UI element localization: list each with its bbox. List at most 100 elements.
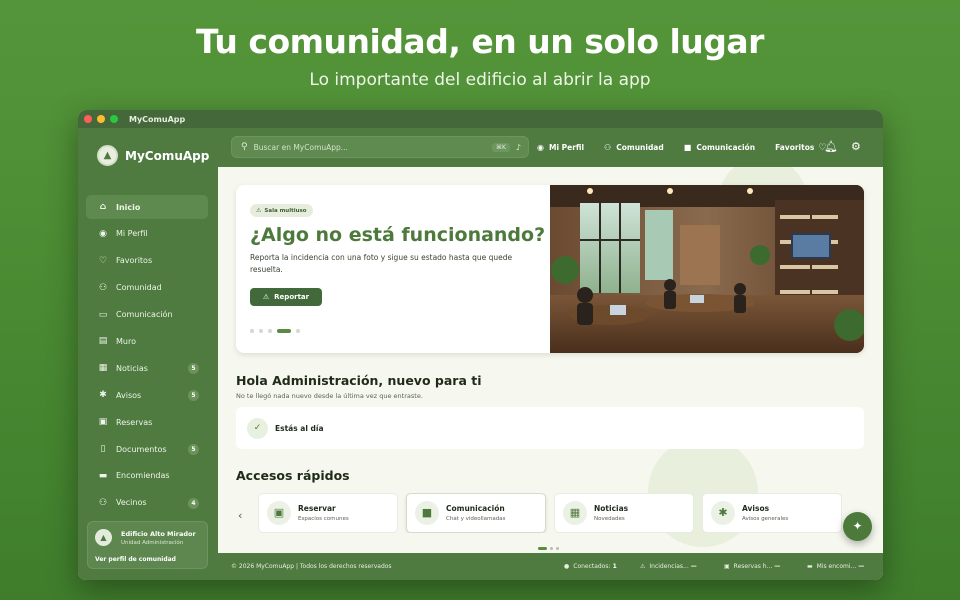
status-incidencias[interactable]: ⚠ Incidencias... — (640, 563, 697, 570)
users-icon: ⚇ (604, 143, 612, 152)
greeting-title: Hola Administración, nuevo para ti (236, 373, 482, 388)
sidebar-item-encomiendas[interactable]: ▬ Encomiendas (86, 464, 208, 488)
status-label: Reservas h... (733, 563, 773, 570)
bell-icon[interactable]: 🔔︎ (824, 140, 838, 153)
sidebar-item-reservas[interactable]: ▣ Reservas (86, 410, 208, 434)
status-value: — (858, 563, 865, 570)
window-title: MyComuApp (129, 114, 186, 124)
quick-card-noticias[interactable]: ▦ Noticias Novedades (554, 493, 694, 533)
community-card[interactable]: ▲ Edificio Alto Mirador Unidad Administr… (87, 521, 208, 569)
topnav-mi-perfil[interactable]: ◉ Mi Perfil (537, 143, 584, 152)
status-value: — (690, 563, 697, 570)
sidebar-item-documentos[interactable]: ▯ Documentos 5 (86, 437, 208, 461)
pagination-dot[interactable] (556, 547, 559, 550)
sidebar-item-label: Favoritos (116, 256, 153, 266)
count-badge: 4 (188, 497, 199, 509)
truck-icon: ▬ (807, 563, 813, 570)
heart-icon: ♡ (98, 255, 108, 266)
sidebar-item-noticias[interactable]: ▦ Noticias 5 (86, 356, 208, 380)
sidebar-item-label: Documentos (116, 444, 167, 454)
newspaper-icon: ▦ (563, 501, 587, 525)
pagination-dot[interactable] (268, 329, 272, 333)
status-value: — (774, 563, 781, 570)
warning-icon: ⚠ (262, 293, 270, 301)
quick-card-subtitle: Novedades (594, 516, 625, 522)
sidebar-item-label: Mi Perfil (116, 229, 148, 239)
megaphone-icon: ✱ (99, 390, 107, 401)
quick-card-title: Comunicación (446, 504, 505, 513)
greeting-subtitle: No te llegó nada nuevo desde la última v… (236, 392, 423, 400)
status-label: Incidencias... (649, 563, 689, 570)
sidebar-item-label: Avisos (116, 390, 142, 400)
status-label: Mis encomi... (816, 563, 857, 570)
hero-subtitle: Lo importante del edificio al abrir la a… (309, 70, 651, 90)
status-encomiendas[interactable]: ▬ Mis encomi... — (807, 563, 864, 570)
sidebar-item-avisos[interactable]: ✱ Avisos 5 (86, 383, 208, 407)
calendar-icon: ▣ (724, 563, 730, 570)
calendar-icon: ▣ (98, 417, 108, 428)
pagination-dot[interactable] (550, 547, 553, 550)
community-role: Unidad Administración (121, 540, 184, 546)
topnav-comunidad[interactable]: ⚇ Comunidad (604, 143, 664, 152)
status-value: 1 (612, 563, 617, 570)
microphone-icon[interactable]: ♪ (516, 143, 521, 152)
quick-card-reservar[interactable]: ▣ Reservar Espacios comunes (258, 493, 398, 533)
quick-card-avisos[interactable]: ✱ Avisos Avisos generales (702, 493, 842, 533)
sidebar-item-mi-perfil[interactable]: ◉ Mi Perfil (86, 222, 208, 246)
close-window-button[interactable] (84, 115, 92, 123)
sparkle-icon: ✦ (852, 519, 863, 533)
sidebar-item-label: Inicio (116, 202, 141, 212)
community-profile-link[interactable]: Ver perfil de comunidad (95, 556, 176, 563)
building-icon: ▲ (95, 529, 112, 546)
status-connected: ● Conectados: 1 (564, 563, 617, 570)
pagination-dot[interactable] (296, 329, 300, 333)
neighbors-icon: ⚇ (98, 497, 108, 508)
sidebar-item-vecinos[interactable]: ⚇ Vecinos 4 (86, 491, 208, 515)
quick-access-title: Accesos rápidos (236, 468, 350, 483)
coworking-photo (550, 185, 864, 353)
topnav-label: Comunidad (616, 143, 664, 152)
sidebar-nav: ⌂ Inicio ◉ Mi Perfil ♡ Favoritos ⚇ Comun… (86, 195, 208, 518)
sidebar-item-comunicacion[interactable]: ▭ Comunicación (86, 303, 208, 327)
topnav-label: Favoritos (775, 143, 815, 152)
check-icon: ✓ (247, 418, 268, 439)
warning-icon: ⚠ (640, 563, 646, 570)
mountain-logo-icon: ▲ (97, 145, 118, 166)
quick-card-comunicacion[interactable]: ■ Comunicación Chat y videollamadas (406, 493, 546, 533)
sidebar-item-favoritos[interactable]: ♡ Favoritos (86, 249, 208, 273)
sidebar-item-label: Comunidad (116, 283, 162, 293)
sidebar-item-comunidad[interactable]: ⚇ Comunidad (86, 276, 208, 300)
sidebar-item-muro[interactable]: ▤ Muro (86, 329, 208, 353)
gear-icon[interactable]: ⚙ (851, 140, 861, 153)
report-button[interactable]: ⚠ Reportar (250, 288, 322, 306)
chevron-left-icon[interactable]: ‹ (238, 509, 242, 522)
count-badge: 5 (188, 390, 199, 402)
megaphone-icon: ✱ (711, 501, 735, 525)
banner-pagination (250, 329, 305, 333)
maximize-window-button[interactable] (110, 115, 118, 123)
quick-access-pagination (538, 547, 562, 550)
community-name: Edificio Alto Mirador (121, 530, 196, 538)
search-input[interactable] (253, 142, 492, 152)
pagination-dot[interactable] (250, 329, 254, 333)
sidebar-item-inicio[interactable]: ⌂ Inicio (86, 195, 208, 219)
app-window: MyComuApp ▲ MyComuApp ⌂ Inicio ◉ Mi Perf… (78, 110, 883, 580)
count-badge: 5 (188, 363, 199, 375)
pagination-dot[interactable] (259, 329, 263, 333)
search-box[interactable]: ⚲ ⌘K ♪ (231, 136, 529, 158)
copyright-text: © 2026 MyComuApp | Todos los derechos re… (231, 563, 392, 570)
pagination-dot[interactable] (277, 329, 291, 333)
pagination-dot[interactable] (538, 547, 547, 550)
banner-title: ¿Algo no está funcionando? (250, 224, 546, 246)
search-icon: ⚲ (241, 142, 248, 152)
user-icon: ◉ (537, 143, 544, 152)
status-reservas[interactable]: ▣ Reservas h... — (724, 563, 780, 570)
chat-icon: ▭ (98, 309, 108, 320)
brand[interactable]: ▲ MyComuApp (97, 145, 209, 166)
topnav-comunicacion[interactable]: ■ Comunicación (684, 143, 755, 152)
topnav-favoritos[interactable]: Favoritos ♡ (775, 143, 826, 153)
topnav-label: Comunicación (696, 143, 756, 152)
ai-assistant-button[interactable]: ✦ (843, 512, 872, 541)
status-footer: © 2026 MyComuApp | Todos los derechos re… (218, 553, 883, 580)
minimize-window-button[interactable] (97, 115, 105, 123)
